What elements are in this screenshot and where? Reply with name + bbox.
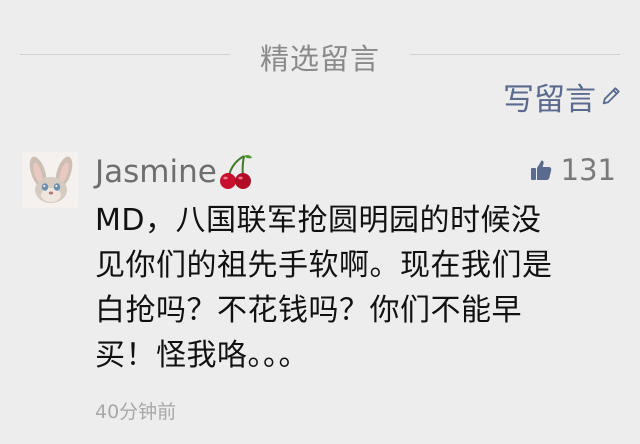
section-header: 精选留言 xyxy=(0,30,640,78)
divider-left xyxy=(20,54,230,55)
thumbs-up-icon xyxy=(530,160,551,180)
username[interactable]: Jasmine xyxy=(95,154,217,190)
section-title: 精选留言 xyxy=(259,42,380,76)
like-button[interactable]: 131 xyxy=(529,150,616,190)
write-comment-label: 写留言 xyxy=(503,81,596,118)
like-count: 131 xyxy=(560,153,616,187)
username-row: Jasmine xyxy=(95,150,255,194)
comment-timestamp: 40分钟前 xyxy=(95,401,177,423)
avatar[interactable] xyxy=(22,152,78,208)
divider-right xyxy=(410,54,620,55)
comment-text: MD，八国联军抢圆明园的时候没 见你们的祖先手软啊。现在我们是 白抢吗？不花钱吗… xyxy=(95,203,553,373)
rabbit-avatar-icon xyxy=(22,152,78,208)
pencil-icon xyxy=(602,87,620,105)
cherry-icon xyxy=(219,154,252,189)
write-comment-button[interactable]: 写留言 xyxy=(503,76,622,118)
